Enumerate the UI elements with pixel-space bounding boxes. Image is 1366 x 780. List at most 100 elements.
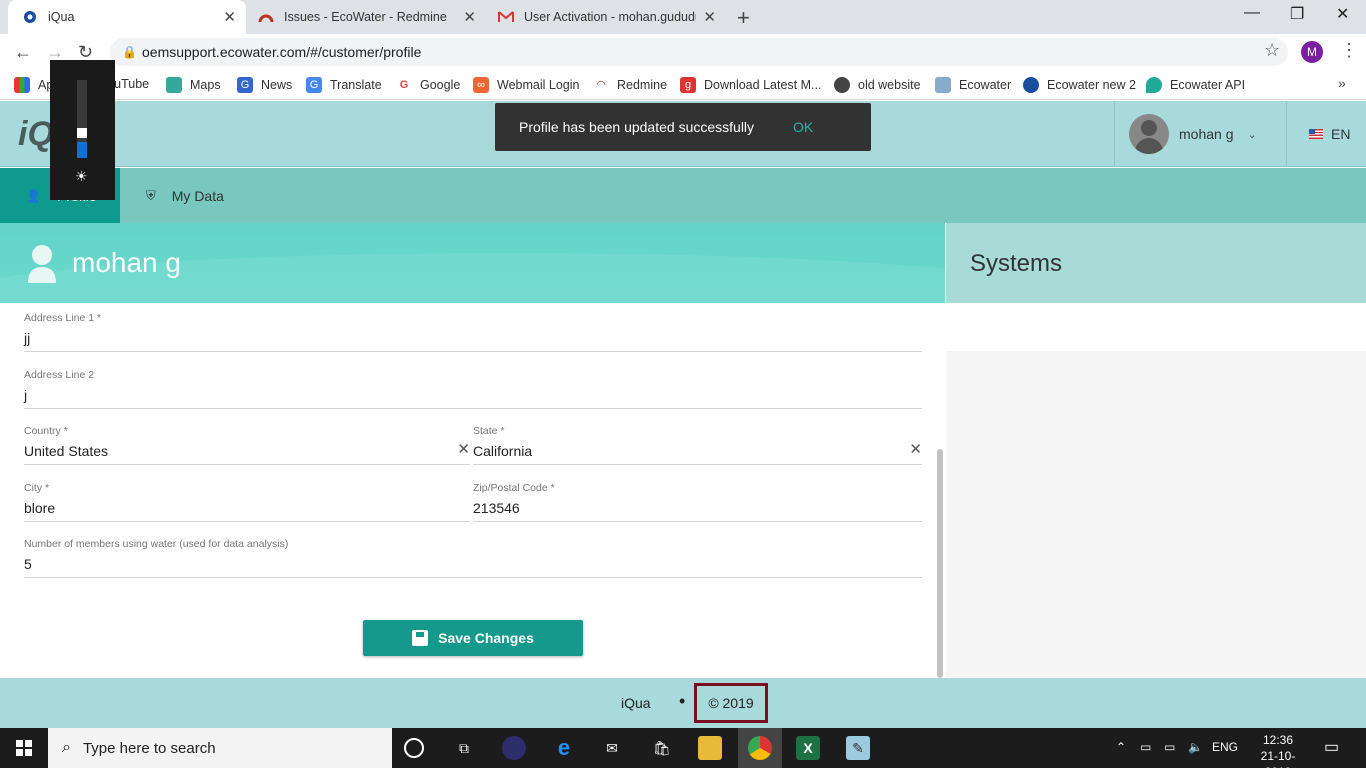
tab-title: iQua xyxy=(48,10,75,24)
address-line1-field[interactable]: Address Line 1 * jj xyxy=(24,303,922,352)
store-icon[interactable]: 🛍 xyxy=(650,736,674,760)
tab-my-data-label: My Data xyxy=(171,187,224,204)
bookmark-ecowater-new[interactable]: Ecowater new 2 xyxy=(1023,77,1136,93)
cortana-icon[interactable] xyxy=(404,738,424,758)
bookmark-star-icon[interactable]: ☆ xyxy=(1264,40,1280,61)
footer-brand: iQua xyxy=(621,695,651,711)
news-icon: G xyxy=(237,77,253,93)
systems-title: Systems xyxy=(970,250,1063,277)
system-clock[interactable]: 12:36 21-10-2019 xyxy=(1250,732,1306,780)
bookmark-old-website[interactable]: old website xyxy=(834,77,921,93)
bookmark-google[interactable]: G Google xyxy=(396,77,461,93)
close-window-icon[interactable]: ✕ xyxy=(1336,4,1349,24)
tab-redmine[interactable]: Issues - EcoWater - Redmine ✕ xyxy=(248,0,486,34)
field-value: j xyxy=(24,387,28,403)
edge-icon[interactable]: e xyxy=(552,736,576,760)
field-label: Number of members using water (used for … xyxy=(24,538,289,550)
mail-icon[interactable]: ✉ xyxy=(600,736,624,760)
bookmark-news[interactable]: G News xyxy=(237,77,292,93)
address-line2-field[interactable]: Address Line 2 j xyxy=(24,360,922,409)
city-field[interactable]: City * blore xyxy=(24,473,470,522)
brightness-thumb[interactable] xyxy=(77,128,87,138)
clock-date: 21-10-2019 xyxy=(1260,749,1296,779)
user-name: mohan g xyxy=(1179,126,1234,142)
bookmark-redmine[interactable]: ◠ Redmine xyxy=(593,77,667,93)
clear-icon[interactable]: ✕ xyxy=(909,440,922,458)
excel-icon[interactable]: X xyxy=(796,736,820,760)
close-tab-icon[interactable]: ✕ xyxy=(223,8,236,26)
bookmark-ecowater-api[interactable]: Ecowater API xyxy=(1146,77,1245,93)
field-label: Address Line 1 * xyxy=(24,312,102,324)
user-menu[interactable]: mohan g ⌄ xyxy=(1114,101,1286,167)
keyboard-language[interactable]: ENG xyxy=(1212,740,1238,754)
state-select[interactable]: State * California ✕ xyxy=(473,416,922,465)
language-selector[interactable]: EN xyxy=(1286,101,1366,167)
form-scrollbar[interactable] xyxy=(937,449,943,678)
chevron-down-icon: ⌄ xyxy=(1247,128,1257,141)
user-silhouette-icon xyxy=(28,245,56,283)
tab-title: User Activation - mohan.gududu xyxy=(524,10,696,24)
clear-icon[interactable]: ✕ xyxy=(457,440,470,458)
members-field[interactable]: Number of members using water (used for … xyxy=(24,529,922,578)
new-tab-icon[interactable]: + xyxy=(737,5,750,31)
globe-icon xyxy=(834,77,850,93)
bookmark-download[interactable]: g Download Latest M... xyxy=(680,77,821,93)
profile-avatar[interactable]: M xyxy=(1301,41,1323,63)
bookmark-translate[interactable]: G Translate xyxy=(306,77,382,93)
redmine-favicon-icon xyxy=(258,9,274,25)
field-label: Address Line 2 xyxy=(24,369,95,381)
bookmark-webmail[interactable]: ∞ Webmail Login xyxy=(473,77,579,93)
taskbar-search[interactable]: ⌕ Type here to search xyxy=(48,728,392,768)
footer-copyright: © 2019 xyxy=(694,683,768,723)
address-bar[interactable]: 🔒 oemsupport.ecowater.com/#/customer/pro… xyxy=(110,38,1288,66)
field-value: 213546 xyxy=(473,500,520,516)
bookmark-maps[interactable]: Maps xyxy=(166,77,221,93)
network-icon[interactable]: ▭ xyxy=(1140,740,1151,754)
toast-ok-button[interactable]: OK xyxy=(793,119,813,135)
tray-chevron-icon[interactable]: ⌃ xyxy=(1116,740,1126,754)
profile-card-header: mohan g xyxy=(0,223,945,303)
zip-field[interactable]: Zip/Postal Code * 213546 xyxy=(473,473,922,522)
ethernet-icon[interactable]: ▭ xyxy=(1164,740,1175,754)
avatar xyxy=(1129,114,1169,154)
footer-separator: • xyxy=(679,691,686,711)
notifications-icon[interactable]: ▭ xyxy=(1324,737,1339,757)
webmail-icon: ∞ xyxy=(473,77,489,93)
close-tab-icon[interactable]: ✕ xyxy=(463,8,476,26)
notepad-icon[interactable]: ✎ xyxy=(846,736,870,760)
task-view-icon[interactable]: ⧉ xyxy=(452,736,476,760)
tab-gmail[interactable]: User Activation - mohan.gududu ✕ xyxy=(488,0,726,34)
bookmark-ecowater[interactable]: Ecowater xyxy=(935,77,1011,93)
iqua-favicon-icon xyxy=(22,9,38,25)
tab-title: Issues - EcoWater - Redmine xyxy=(284,10,447,24)
toast-notification: Profile has been updated successfully OK xyxy=(495,103,871,151)
menu-icon[interactable]: ⋮ xyxy=(1340,40,1358,61)
tab-iqua[interactable]: iQua ✕ xyxy=(8,0,246,34)
field-value: 5 xyxy=(24,556,32,572)
apps-grid-icon xyxy=(14,77,30,93)
eclipse-icon[interactable] xyxy=(502,736,526,760)
windows-start-icon[interactable] xyxy=(16,740,32,756)
language-code: EN xyxy=(1331,126,1351,142)
country-select[interactable]: Country * United States ✕ xyxy=(24,416,470,465)
volume-icon[interactable]: 🔈 xyxy=(1188,740,1203,754)
more-bookmarks-icon[interactable]: » xyxy=(1338,75,1346,91)
bookmarks-bar: Apps YouTube Maps GNews GTranslate GGoog… xyxy=(0,70,1366,100)
close-tab-icon[interactable]: ✕ xyxy=(703,8,716,26)
sun-icon: ☀ xyxy=(75,168,88,184)
chrome-icon[interactable] xyxy=(748,736,772,760)
back-icon[interactable]: ← xyxy=(14,42,32,63)
restore-icon[interactable]: ❐ xyxy=(1290,4,1304,24)
app-footer: iQua • © 2019 xyxy=(0,678,1366,728)
shield-icon: ⛨ xyxy=(146,187,156,203)
us-flag-icon xyxy=(1309,129,1323,139)
google-icon: G xyxy=(399,79,409,91)
save-changes-button[interactable]: Save Changes xyxy=(363,620,583,656)
toast-message: Profile has been updated successfully xyxy=(519,119,755,135)
file-explorer-icon[interactable] xyxy=(698,736,722,760)
minimize-icon[interactable]: — xyxy=(1244,4,1260,22)
translate-icon: G xyxy=(306,77,322,93)
url-text: oemsupport.ecowater.com/#/customer/profi… xyxy=(142,44,422,60)
field-value: blore xyxy=(24,500,56,516)
tab-my-data[interactable]: ⛨ My Data xyxy=(146,168,224,223)
